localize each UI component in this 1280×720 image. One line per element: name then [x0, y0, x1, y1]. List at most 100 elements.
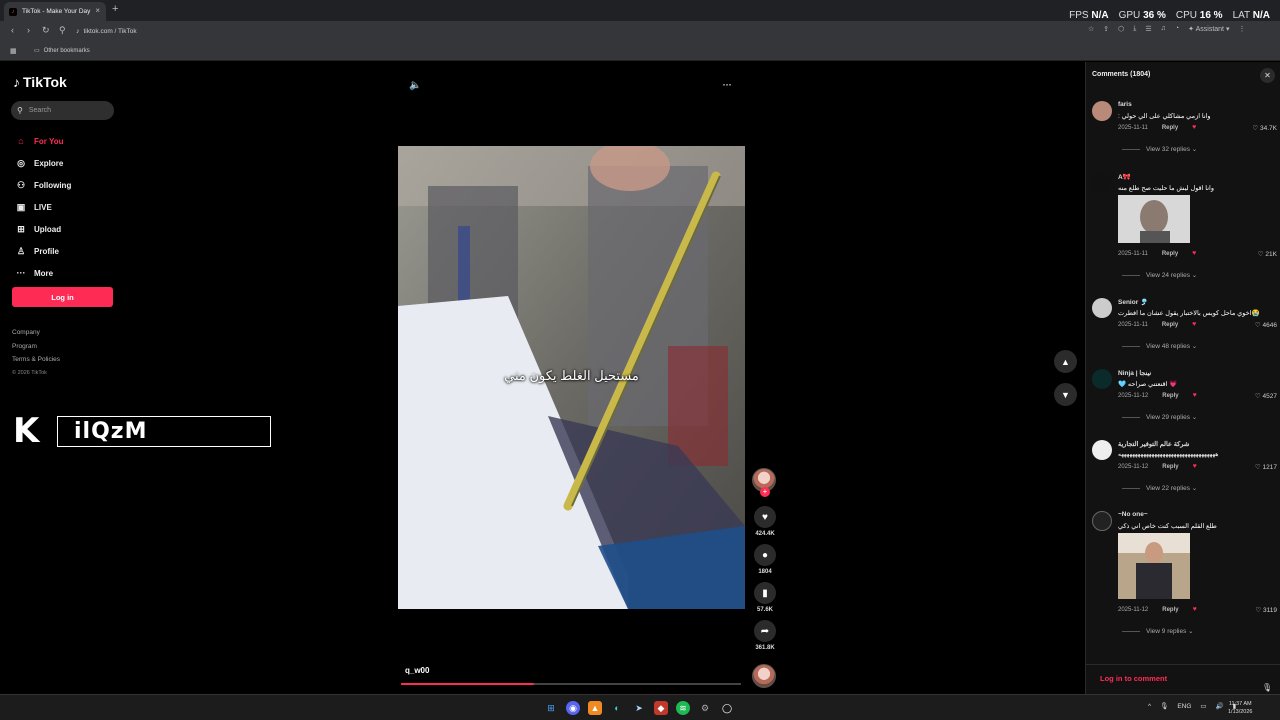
- commenter-avatar[interactable]: [1092, 440, 1112, 460]
- reply-button[interactable]: Reply: [1162, 607, 1178, 613]
- commenter-name[interactable]: A🎀: [1118, 173, 1131, 181]
- spotify-icon[interactable]: ≋: [676, 701, 690, 715]
- commenter-name[interactable]: ~No one~: [1118, 511, 1148, 518]
- reload-icon[interactable]: ↻: [42, 25, 50, 36]
- video-progress-bar[interactable]: [401, 683, 741, 685]
- video-more-options-icon[interactable]: ···: [722, 77, 732, 91]
- close-icon[interactable]: ✕: [1260, 68, 1275, 83]
- search-input[interactable]: ⚲ Search: [11, 101, 114, 120]
- sidebar-item-profile[interactable]: ♙ Profile: [14, 240, 71, 262]
- comment-image[interactable]: [1118, 533, 1190, 599]
- view-replies[interactable]: View 48 replies ⌄: [1122, 342, 1197, 351]
- commenter-avatar[interactable]: [1092, 101, 1112, 121]
- download-icon[interactable]: ⤓: [1133, 25, 1136, 33]
- share-arrow-icon[interactable]: ➦: [754, 620, 776, 642]
- video-author[interactable]: q_w00: [405, 666, 429, 675]
- tiktok-logo[interactable]: ♪ TikTok: [13, 74, 67, 90]
- video-player[interactable]: مستحيل الغلط يكون مني: [398, 146, 745, 609]
- view-replies[interactable]: View 22 replies ⌄: [1122, 484, 1197, 493]
- language-indicator[interactable]: ENG: [1177, 703, 1191, 710]
- footer-link-terms[interactable]: Terms & Policies: [12, 353, 60, 367]
- comment-like[interactable]: ♡ 4527: [1255, 392, 1277, 400]
- tray-chevron-icon[interactable]: ^: [1148, 703, 1151, 710]
- music-disc-avatar[interactable]: [752, 664, 776, 688]
- discord-icon[interactable]: ◉: [566, 701, 580, 715]
- view-replies[interactable]: View 24 replies ⌄: [1122, 271, 1197, 280]
- sidebar-item-for-you[interactable]: ⌂ For You: [14, 130, 71, 152]
- clock[interactable]: 11:37 AM 1/13/2026: [1228, 700, 1252, 716]
- reply-button[interactable]: Reply: [1162, 464, 1178, 470]
- share-icon[interactable]: ⇪: [1103, 25, 1109, 33]
- reply-button[interactable]: Reply: [1162, 322, 1178, 328]
- reply-button[interactable]: Reply: [1162, 393, 1178, 399]
- site-info-icon[interactable]: ⚲: [59, 25, 66, 36]
- search-taskbar-icon[interactable]: ◯: [720, 701, 734, 715]
- view-replies[interactable]: View 29 replies ⌄: [1122, 413, 1197, 422]
- view-replies[interactable]: View 32 replies ⌄: [1122, 145, 1197, 154]
- extensions-icon[interactable]: ⬡: [1118, 25, 1124, 33]
- history-icon[interactable]: ◔: [1175, 25, 1179, 33]
- commenter-name[interactable]: faris: [1118, 101, 1132, 108]
- sidebar-item-live[interactable]: ▣ LIVE: [14, 196, 71, 218]
- view-replies[interactable]: View 9 replies ⌄: [1122, 627, 1194, 636]
- steam-icon[interactable]: ➤: [632, 701, 646, 715]
- commenter-name[interactable]: شركة عالم التوفير التجارية: [1118, 440, 1189, 448]
- heart-icon[interactable]: ♥: [754, 506, 776, 528]
- star-icon[interactable]: ☆: [1088, 25, 1094, 33]
- network-icon[interactable]: ▭: [1200, 702, 1206, 710]
- apps-grid-icon[interactable]: ▦: [10, 47, 17, 55]
- reply-button[interactable]: Reply: [1162, 251, 1178, 257]
- commenter-name[interactable]: Senior 🎐: [1118, 298, 1148, 306]
- reply-button[interactable]: Reply: [1162, 125, 1178, 131]
- volume-icon[interactable]: 🔈: [409, 80, 421, 91]
- app-red-icon[interactable]: ◆: [654, 701, 668, 715]
- forward-icon[interactable]: ›: [27, 25, 30, 35]
- browser-icon[interactable]: ◐: [610, 701, 624, 715]
- footer-link-company[interactable]: Company: [12, 326, 60, 340]
- commenter-name[interactable]: Ninja | نينجا: [1118, 369, 1151, 377]
- mic-tray-icon[interactable]: 🎙: [1160, 702, 1168, 710]
- previous-video-button[interactable]: ▲: [1054, 350, 1077, 373]
- bookmark-folder[interactable]: ▭ Other bookmarks: [34, 47, 90, 55]
- assistant-button[interactable]: ✦ Assistant ▾: [1188, 25, 1229, 33]
- footer-link-program[interactable]: Program: [12, 340, 60, 354]
- creator-avatar[interactable]: +: [752, 468, 776, 497]
- commenter-avatar[interactable]: [1092, 511, 1112, 531]
- save-action[interactable]: ▮ 57.6K: [752, 582, 778, 613]
- commenter-avatar[interactable]: [1092, 369, 1112, 389]
- next-video-button[interactable]: ▼: [1054, 383, 1077, 406]
- login-button[interactable]: Log in: [12, 287, 113, 307]
- comment-action[interactable]: ● 1804: [752, 544, 778, 575]
- share-action[interactable]: ➦ 361.8K: [752, 620, 778, 651]
- settings-icon[interactable]: ⚙: [698, 701, 712, 715]
- commenter-avatar[interactable]: [1092, 298, 1112, 318]
- menu-icon[interactable]: ⋮: [1238, 25, 1245, 33]
- tab-close-icon[interactable]: ×: [95, 6, 100, 15]
- sidebar-item-more[interactable]: ··· More: [14, 262, 71, 284]
- url-field[interactable]: ♪ tiktok.com / TikTok: [76, 23, 1086, 39]
- login-to-comment-link[interactable]: Log in to comment: [1100, 674, 1167, 683]
- comment-like[interactable]: ♡ 4646: [1255, 321, 1277, 329]
- browser-tab[interactable]: ♪ TikTok - Make Your Day ×: [4, 2, 106, 21]
- speaker-icon[interactable]: 🔊: [1216, 702, 1224, 710]
- start-icon[interactable]: ⊞: [544, 701, 558, 715]
- back-icon[interactable]: ‹: [11, 25, 14, 35]
- comment-like[interactable]: ♡ 3119: [1255, 606, 1277, 614]
- comment-like[interactable]: ♡ 1217: [1255, 463, 1277, 471]
- comment-image[interactable]: [1118, 195, 1190, 243]
- voice-input-icon[interactable]: 🎙: [1262, 683, 1272, 692]
- sidebar-icon[interactable]: ☰: [1145, 25, 1151, 33]
- comment-like[interactable]: ♡ 34.7K: [1252, 124, 1277, 132]
- bookmark-icon[interactable]: ▮: [754, 582, 776, 604]
- commenter-avatar[interactable]: [1092, 173, 1112, 193]
- comment-like[interactable]: ♡ 21K: [1258, 250, 1277, 258]
- app-icon[interactable]: ▲: [588, 701, 602, 715]
- new-tab-button[interactable]: +: [112, 3, 118, 15]
- sidebar-item-explore[interactable]: ◎ Explore: [14, 152, 71, 174]
- sidebar-item-upload[interactable]: ⊞ Upload: [14, 218, 71, 240]
- sidebar-item-following[interactable]: ⚇ Following: [14, 174, 71, 196]
- follow-plus-icon[interactable]: +: [760, 487, 770, 497]
- comment-icon[interactable]: ●: [754, 544, 776, 566]
- like-action[interactable]: ♥ 424.4K: [752, 506, 778, 537]
- audio-icon[interactable]: ♫: [1161, 25, 1166, 33]
